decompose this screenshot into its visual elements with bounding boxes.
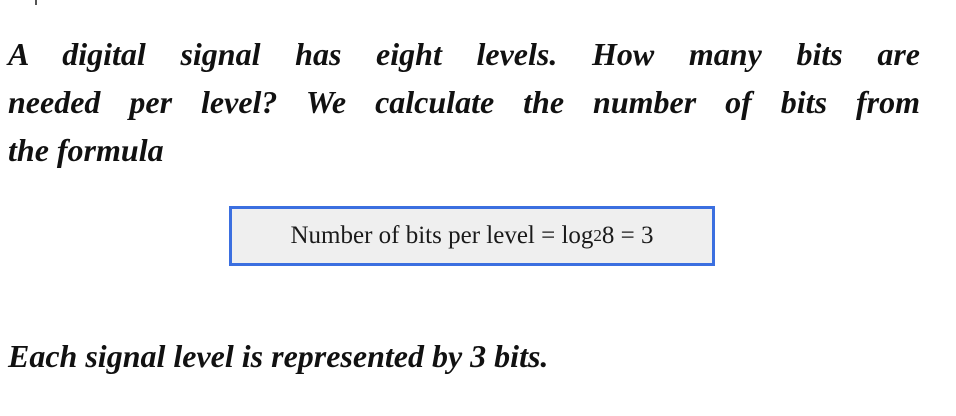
formula-box: Number of bits per level = log 2 8 = 3 xyxy=(229,206,715,266)
question-paragraph: A digital signal has eight levels. How m… xyxy=(8,30,920,174)
answer-statement: Each signal level is represented by 3 bi… xyxy=(8,338,549,374)
top-edge-mark xyxy=(35,0,37,5)
formula-rhs: 8 = 3 xyxy=(601,222,654,249)
formula-lhs: Number of bits per level = log xyxy=(290,222,594,249)
formula-log-base: 2 xyxy=(593,226,602,245)
question-line-3: the formula xyxy=(8,132,164,168)
question-line-2: needed per level? We calculate the numbe… xyxy=(8,84,920,120)
question-line-1: A digital signal has eight levels. How m… xyxy=(8,36,920,72)
